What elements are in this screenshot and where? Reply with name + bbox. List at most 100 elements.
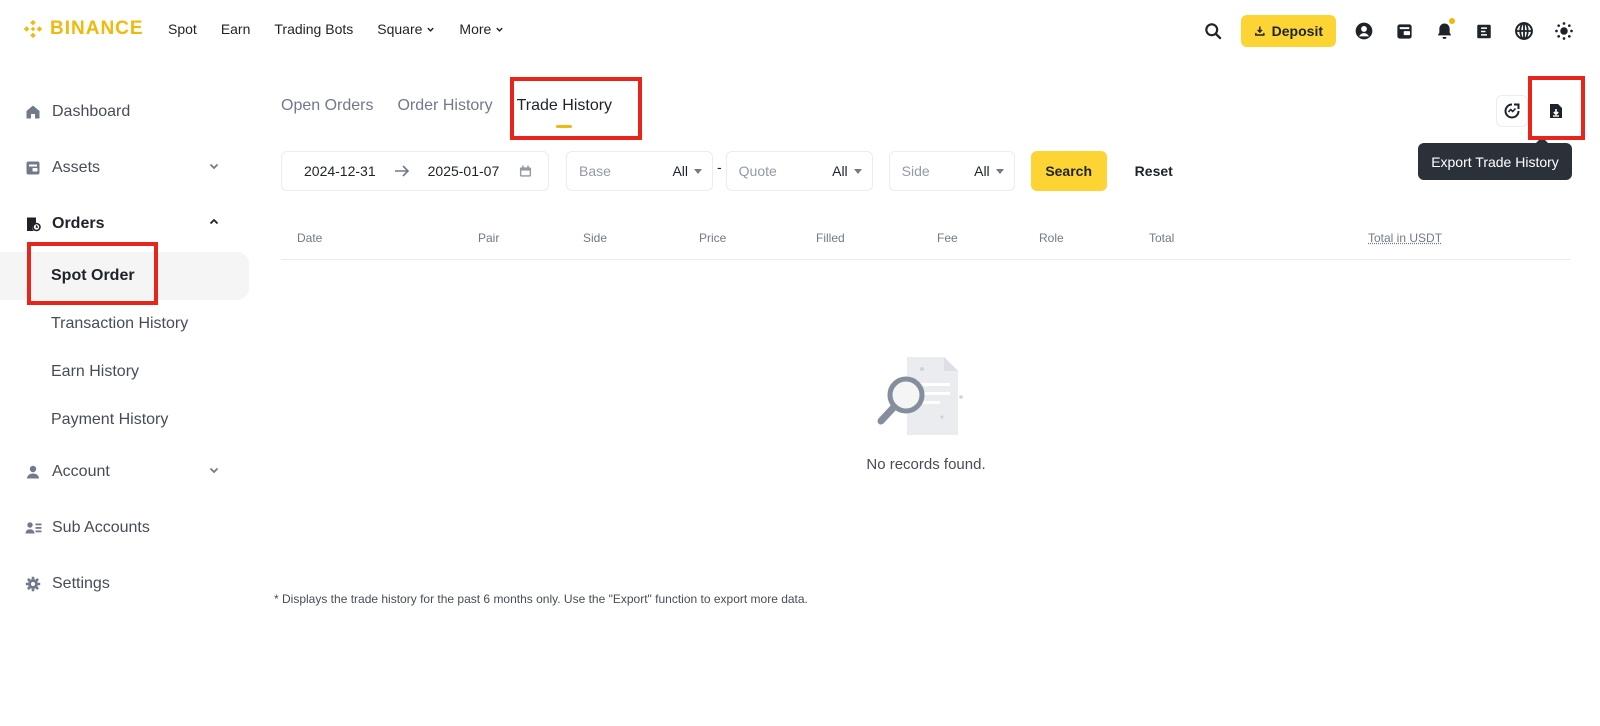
sidebar-subitem-payment-history[interactable]: Payment History <box>0 396 250 444</box>
sidebar-item-settings[interactable]: Settings <box>0 556 250 612</box>
home-icon <box>24 103 42 121</box>
arrow-right-icon <box>394 165 409 177</box>
empty-state-text: No records found. <box>866 456 986 473</box>
date-range-picker[interactable]: 2024-12-31 2025-01-07 <box>281 151 549 191</box>
column-header-role: Role <box>1039 231 1064 245</box>
date-end: 2025-01-07 <box>427 163 500 179</box>
column-header-date: Date <box>297 231 323 245</box>
nav-link-trading-bots[interactable]: Trading Bots <box>274 21 353 37</box>
user-icon <box>24 463 42 481</box>
gear-icon <box>24 575 42 593</box>
search-icon <box>1205 23 1222 40</box>
users-icon <box>24 519 42 537</box>
pair-separator: - <box>717 159 722 175</box>
sidebar-item-label: Account <box>52 463 110 480</box>
empty-state-illustration <box>860 355 980 450</box>
qr-scan-icon <box>1477 24 1491 38</box>
column-header-filled: Filled <box>816 231 845 245</box>
brand-name: BINANCE <box>50 18 144 39</box>
tab-order-history[interactable]: Order History <box>397 97 492 125</box>
wallet-icon <box>1396 23 1412 39</box>
bell-icon <box>1437 23 1451 39</box>
quote-select[interactable]: Quote All <box>725 151 873 191</box>
theme-toggle-button[interactable] <box>1544 14 1584 48</box>
nav-link-label: Spot <box>168 21 197 37</box>
base-value: All <box>672 163 688 179</box>
search-label: Search <box>1045 163 1093 179</box>
reset-label: Reset <box>1134 163 1173 179</box>
calendar-icon <box>520 164 532 177</box>
sidebar-subitem-label: Earn History <box>51 363 140 380</box>
sidebar-item-dashboard[interactable]: Dashboard <box>0 84 250 140</box>
sidebar-item-label: Sub Accounts <box>52 519 150 536</box>
nav-link-spot[interactable]: Spot <box>168 21 197 37</box>
chevron-down-icon <box>209 467 219 474</box>
column-header-price: Price <box>699 231 727 245</box>
sidebar-item-sub-accounts[interactable]: Sub Accounts <box>0 500 250 556</box>
column-header-side: Side <box>583 231 608 245</box>
binance-logo[interactable]: BINANCE <box>22 18 144 40</box>
chevron-down-icon <box>496 27 504 32</box>
nav-link-label: Trading Bots <box>274 21 354 37</box>
deposit-button[interactable]: Deposit <box>1241 15 1336 47</box>
sidebar-subitem-transaction-history[interactable]: Transaction History <box>0 300 250 348</box>
sidebar-item-label: Settings <box>52 575 110 592</box>
quote-value: All <box>832 163 848 179</box>
history-refresh-icon <box>1504 103 1520 119</box>
nav-right-actions: Deposit <box>1193 14 1584 48</box>
orders-icon <box>24 215 42 233</box>
column-header-total: Total <box>1149 231 1175 245</box>
column-header-fee: Fee <box>937 231 958 245</box>
base-placeholder: Base <box>579 163 611 179</box>
notification-dot <box>1449 18 1455 24</box>
side-placeholder: Side <box>901 163 930 179</box>
globe-icon <box>1515 22 1533 40</box>
profile-button[interactable] <box>1344 14 1384 48</box>
no-records-icon <box>877 357 963 435</box>
tab-open-orders[interactable]: Open Orders <box>281 97 373 125</box>
sidebar-item-label: Dashboard <box>52 103 131 120</box>
side-value: All <box>974 163 990 179</box>
highlight-trade-history-tab <box>510 77 642 140</box>
notifications-button[interactable] <box>1424 14 1464 48</box>
caret-down-icon <box>853 168 862 174</box>
sidebar-subitem-label: Payment History <box>51 411 169 428</box>
user-icon <box>1355 22 1373 40</box>
wallet-icon <box>24 159 42 177</box>
column-header-pair: Pair <box>478 231 500 245</box>
chevron-down-icon <box>427 27 435 32</box>
search-button[interactable] <box>1193 14 1233 48</box>
side-select[interactable]: Side All <box>888 151 1015 191</box>
filter-bar: 2024-12-31 2025-01-07 Base All - Quote A… <box>281 151 1173 191</box>
chevron-up-icon <box>209 218 219 225</box>
tab-label: Order History <box>397 97 493 114</box>
binance-logo-icon <box>23 19 43 39</box>
caret-down-icon <box>995 168 1004 174</box>
deposit-label: Deposit <box>1271 23 1323 39</box>
sidebar-subitem-label: Transaction History <box>51 315 189 332</box>
tab-label: Open Orders <box>281 97 374 114</box>
trade-history-table-header: Date Pair Side Price Filled Fee Role Tot… <box>281 226 1571 260</box>
sidebar-item-account[interactable]: Account <box>0 444 250 500</box>
nav-link-square[interactable]: Square <box>377 21 435 37</box>
tooltip-text: Export Trade History <box>1431 153 1559 170</box>
sidebar-item-label: Orders <box>52 215 105 232</box>
top-nav: BINANCE Spot Earn Trading Bots Square Mo… <box>0 0 1600 62</box>
nav-link-more[interactable]: More <box>459 21 504 37</box>
nav-link-earn[interactable]: Earn <box>221 21 251 37</box>
base-select[interactable]: Base All <box>566 151 713 191</box>
wallet-button[interactable] <box>1384 14 1424 48</box>
sidebar-subitem-earn-history[interactable]: Earn History <box>0 348 250 396</box>
history-button[interactable] <box>1496 95 1528 127</box>
highlight-spot-order <box>27 242 158 305</box>
reset-button[interactable]: Reset <box>1135 163 1173 179</box>
scan-button[interactable] <box>1464 14 1504 48</box>
language-button[interactable] <box>1504 14 1544 48</box>
theme-icon <box>1555 22 1573 40</box>
highlight-export-button <box>1528 76 1585 140</box>
sidebar: Dashboard Assets Orders Spot Order Trans… <box>0 84 250 612</box>
column-header-total-in-usdt[interactable]: Total in USDT <box>1368 231 1442 245</box>
sidebar-item-assets[interactable]: Assets <box>0 140 250 196</box>
search-button[interactable]: Search <box>1030 151 1107 191</box>
export-tooltip: Export Trade History <box>1418 137 1572 180</box>
